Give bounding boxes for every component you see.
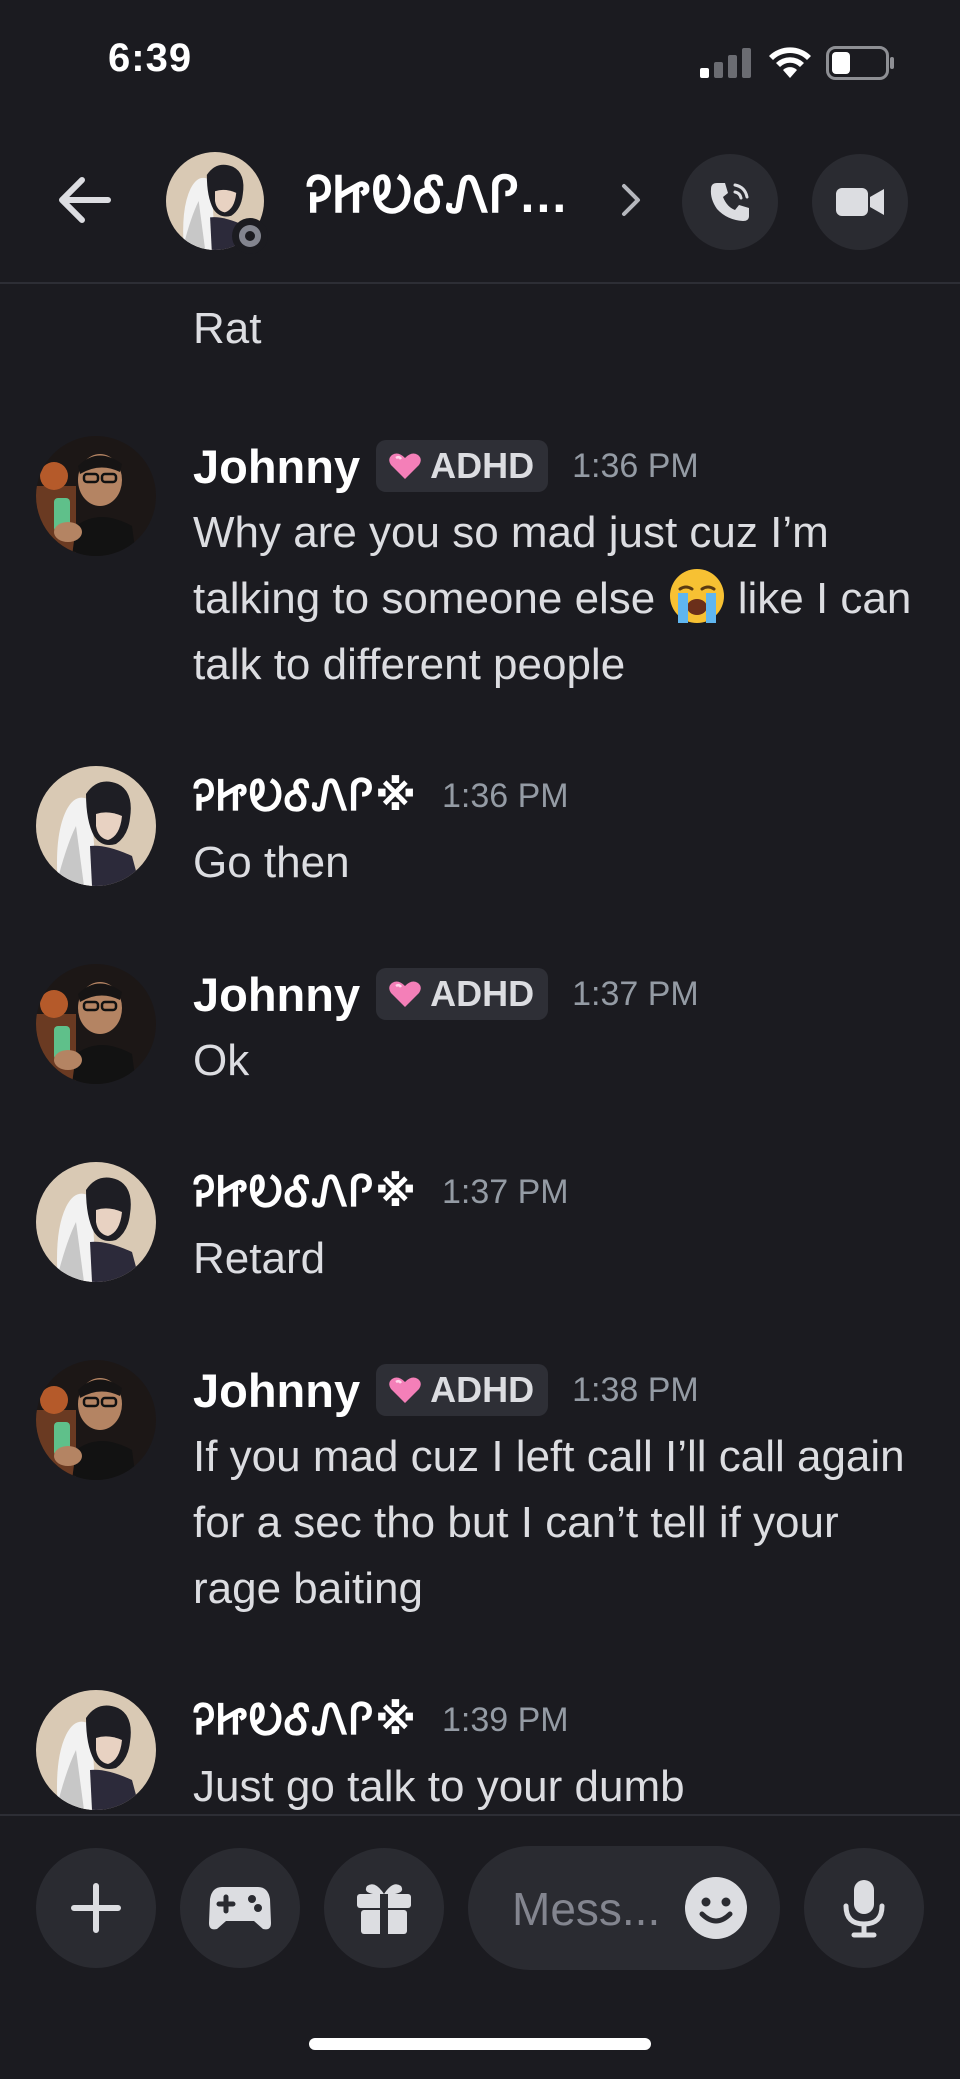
message-header: Johnny ADHD 1:38 PM <box>193 1360 699 1420</box>
message-text: Just go talk to your dumb <box>193 1762 685 1811</box>
avatar[interactable] <box>36 1360 156 1480</box>
gift-button[interactable] <box>324 1848 444 1968</box>
role-badge[interactable]: ADHD <box>376 440 549 492</box>
avatar-image <box>36 964 156 1084</box>
avatar[interactable] <box>36 1690 156 1810</box>
loudly-crying-face-emoji <box>669 569 724 623</box>
arrow-left-icon <box>59 177 111 223</box>
pink-heart-icon <box>389 453 421 479</box>
role-badge[interactable]: ADHD <box>376 1364 549 1416</box>
avatar[interactable] <box>36 436 156 556</box>
message-header: Johnny ADHD 1:37 PM <box>193 964 699 1024</box>
message-text: Why are you so mad just cuz I’m talking … <box>193 500 923 698</box>
message-text: If you mad cuz I left call I’ll call aga… <box>193 1432 905 1613</box>
chat-header: ᎮᏥᎧᎴᏁᎵ... <box>0 120 960 284</box>
pink-heart-icon <box>389 1377 421 1403</box>
timestamp: 1:37 PM <box>441 1172 569 1211</box>
avatar-image <box>36 1162 156 1282</box>
message-text: Rat <box>193 304 262 353</box>
message-text: Ok <box>193 1036 250 1085</box>
voice-message-button[interactable] <box>804 1848 924 1968</box>
microphone-icon <box>843 1880 885 1938</box>
message-list[interactable]: Rat Johnny ADHD 1:36 PM Why are you so m… <box>0 284 960 1814</box>
avatar[interactable] <box>36 766 156 886</box>
gamepad-icon <box>209 1887 271 1930</box>
author-name[interactable]: Johnny <box>193 1363 360 1418</box>
message-input[interactable]: Mess... <box>468 1846 780 1970</box>
author-name[interactable]: Johnny <box>193 439 360 494</box>
avatar-image <box>36 436 156 556</box>
badge-label: ADHD <box>430 445 535 486</box>
home-indicator[interactable] <box>309 2038 651 2050</box>
wifi-icon <box>769 47 811 78</box>
avatar[interactable] <box>36 964 156 1084</box>
add-attachment-button[interactable] <box>36 1848 156 1968</box>
phone-icon <box>710 183 749 221</box>
avatar-image <box>36 766 156 886</box>
avatar-image <box>36 1690 156 1810</box>
message-header: Johnny ADHD 1:36 PM <box>193 436 699 496</box>
role-badge[interactable]: ADHD <box>376 968 549 1020</box>
status-indicator <box>232 218 268 254</box>
avatar[interactable] <box>36 1162 156 1282</box>
video-call-button[interactable] <box>812 154 908 250</box>
message-header: ᎮᏥᎧᎴᏁᎵ※ 1:36 PM <box>193 766 569 826</box>
message-header: ᎮᏥᎧᎴᏁᎵ※ 1:39 PM <box>193 1690 569 1750</box>
message-text: Go then <box>193 838 350 887</box>
battery-icon <box>826 46 894 80</box>
message-header: ᎮᏥᎧᎴᏁᎵ※ 1:37 PM <box>193 1162 569 1222</box>
message-input-placeholder: Mess... <box>512 1883 661 1935</box>
back-button[interactable] <box>48 170 120 230</box>
header-avatar[interactable] <box>166 152 268 254</box>
author-name[interactable]: ᎮᏥᎧᎴᏁᎵ※ <box>193 1695 418 1745</box>
channel-name[interactable]: ᎮᏥᎧᎴᏁᎵ... <box>306 166 568 225</box>
timestamp: 1:36 PM <box>441 776 569 815</box>
avatar-image <box>36 1360 156 1480</box>
author-name[interactable]: Johnny <box>193 967 360 1022</box>
badge-label: ADHD <box>430 1369 535 1410</box>
emoji-picker-icon[interactable] <box>684 1876 748 1940</box>
voice-call-button[interactable] <box>682 154 778 250</box>
timestamp: 1:36 PM <box>572 446 699 485</box>
timestamp: 1:37 PM <box>572 974 699 1013</box>
message-composer: Mess... <box>0 1814 960 1976</box>
timestamp: 1:39 PM <box>441 1700 569 1739</box>
author-name[interactable]: ᎮᏥᎧᎴᏁᎵ※ <box>193 1167 418 1217</box>
plus-icon <box>71 1883 121 1933</box>
timestamp: 1:38 PM <box>572 1370 699 1409</box>
pink-heart-icon <box>389 981 421 1007</box>
video-camera-icon <box>836 188 884 216</box>
cellular-signal-icon <box>700 48 751 78</box>
status-time: 6:39 <box>108 36 193 80</box>
chevron-right-icon[interactable] <box>616 178 646 222</box>
activities-button[interactable] <box>180 1848 300 1968</box>
author-name[interactable]: ᎮᏥᎧᎴᏁᎵ※ <box>193 771 418 821</box>
message-text: Retard <box>193 1234 326 1283</box>
gift-icon <box>357 1884 411 1934</box>
badge-label: ADHD <box>430 973 535 1014</box>
status-bar: 6:39 <box>0 0 960 120</box>
